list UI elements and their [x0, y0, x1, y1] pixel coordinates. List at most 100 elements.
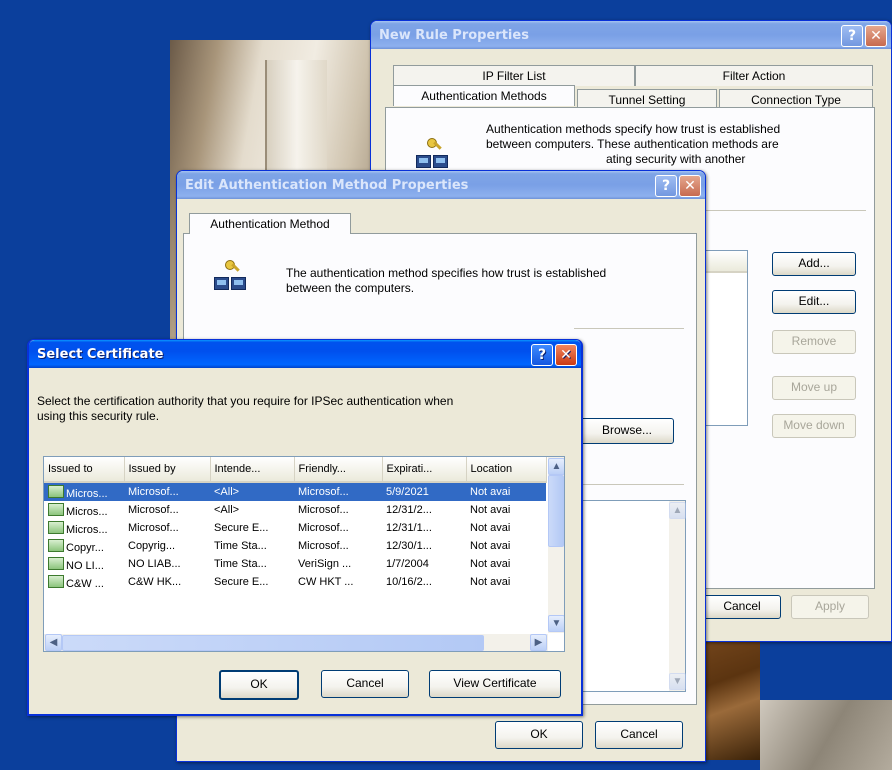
table-cell: Microsof... — [124, 482, 210, 501]
table-cell: <All> — [210, 482, 294, 501]
scroll-up-icon[interactable]: ▲ — [669, 502, 686, 519]
table-row[interactable]: Copyr... Copyrig... Time Sta... Microsof...… — [44, 537, 546, 555]
table-row[interactable]: C&W ... C&W HK... Secure E... CW HKT ... 10/… — [44, 573, 546, 591]
table-cell: Not avai — [470, 576, 511, 588]
column-header[interactable]: Location — [466, 457, 547, 483]
close-icon[interactable]: ✕ — [865, 25, 887, 47]
auth-method-description: The authentication method specifies how … — [286, 266, 607, 295]
vertical-scrollbar[interactable]: ▲ ▼ — [548, 457, 564, 633]
table-cell: Microsof... — [298, 504, 349, 516]
table-cell: Not avai — [466, 482, 546, 501]
separator — [574, 328, 684, 329]
certificate-table[interactable]: Issued to Issued by Intende... Friendly... E… — [44, 457, 547, 591]
new-rule-titlebar[interactable]: New Rule Properties ? ✕ — [371, 21, 891, 49]
table-cell: 1/7/2004 — [386, 558, 429, 570]
table-cell: <All> — [214, 504, 240, 516]
tab-ip-filter-list[interactable]: IP Filter List — [393, 65, 635, 86]
table-cell: Time Sta... — [214, 540, 267, 552]
separator — [706, 210, 866, 211]
edit-auth-title: Edit Authentication Method Properties — [185, 177, 469, 193]
table-cell: Secure E... — [214, 522, 269, 534]
table-cell: Microsof... — [294, 482, 382, 501]
table-cell: Copyr... — [44, 537, 124, 555]
help-icon[interactable]: ? — [655, 175, 677, 197]
scroll-down-icon[interactable]: ▼ — [669, 673, 686, 690]
table-cell: Microsof... — [128, 522, 179, 534]
column-header[interactable]: Issued to — [44, 457, 125, 483]
edit-auth-cancel-button[interactable]: Cancel — [595, 721, 683, 749]
scroll-down-icon[interactable]: ▼ — [548, 615, 564, 632]
table-cell: Not avai — [470, 504, 511, 516]
table-cell: 12/31/1... — [386, 522, 432, 534]
scroll-up-icon[interactable]: ▲ — [548, 458, 564, 475]
certificate-icon — [48, 556, 64, 570]
help-icon[interactable]: ? — [841, 25, 863, 47]
table-cell: 12/30/1... — [386, 540, 432, 552]
authentication-icon — [214, 260, 248, 290]
horizontal-scrollbar[interactable]: ◀ ▶ — [44, 634, 548, 651]
help-icon[interactable]: ? — [531, 344, 553, 366]
column-header[interactable]: Expirati... — [382, 457, 467, 483]
table-cell: Microsof... — [298, 540, 349, 552]
table-row[interactable]: Micros... Microsof... <All> Microsof... 12/3… — [44, 501, 546, 519]
view-certificate-button[interactable]: View Certificate — [429, 670, 561, 698]
column-header[interactable]: Intende... — [210, 457, 295, 483]
certificate-icon — [48, 538, 64, 552]
table-cell: Copyrig... — [128, 540, 176, 552]
table-row[interactable]: NO LI... NO LIAB... Time Sta... VeriSign ..… — [44, 555, 546, 573]
table-cell: 5/9/2021 — [382, 482, 466, 501]
edit-auth-ok-button[interactable]: OK — [495, 721, 583, 749]
select-cert-instruction: Select the certification authority that … — [37, 394, 454, 423]
table-cell: C&W ... — [44, 573, 124, 591]
tab-authentication-methods[interactable]: Authentication Methods — [393, 85, 575, 106]
table-cell: Not avai — [470, 522, 511, 534]
authentication-icon — [416, 138, 450, 168]
table-row[interactable]: Micros... Microsof... <All> Microsof... 5/9/… — [44, 482, 546, 501]
select-cert-cancel-button[interactable]: Cancel — [321, 670, 409, 698]
add-button[interactable]: Add... — [772, 252, 856, 276]
certificate-icon — [48, 574, 64, 588]
browse-button[interactable]: Browse... — [580, 418, 674, 444]
table-cell: VeriSign ... — [298, 558, 352, 570]
column-header[interactable]: Friendly... — [294, 457, 383, 483]
table-cell: Micros... — [44, 482, 124, 501]
table-cell: Not avai — [470, 540, 511, 552]
scroll-right-icon[interactable]: ▶ — [530, 634, 547, 651]
select-cert-ok-button[interactable]: OK — [219, 670, 299, 700]
tab-authentication-method[interactable]: Authentication Method — [189, 213, 351, 234]
auth-methods-description: Authentication methods specify how trust… — [486, 122, 781, 166]
table-cell: 10/16/2... — [386, 576, 432, 588]
separator — [574, 484, 684, 485]
move-up-button[interactable]: Move up — [772, 376, 856, 400]
table-row[interactable]: Micros... Microsof... Secure E... Microsof.… — [44, 519, 546, 537]
table-cell: C&W HK... — [128, 576, 182, 588]
certificate-list[interactable]: Issued to Issued by Intende... Friendly... E… — [43, 456, 565, 652]
select-cert-title: Select Certificate — [37, 346, 164, 362]
close-icon[interactable]: ✕ — [679, 175, 701, 197]
tab-filter-action[interactable]: Filter Action — [635, 65, 873, 86]
edit-button[interactable]: Edit... — [772, 290, 856, 314]
new-rule-cancel-button[interactable]: Cancel — [703, 595, 781, 619]
table-cell: CW HKT ... — [298, 576, 354, 588]
vertical-scroll-thumb[interactable] — [548, 475, 564, 547]
new-rule-title: New Rule Properties — [379, 27, 529, 43]
table-cell: Microsof... — [128, 504, 179, 516]
vertical-scrollbar[interactable]: ▲ ▼ — [669, 501, 686, 691]
move-down-button[interactable]: Move down — [772, 414, 856, 438]
certificate-icon — [48, 502, 64, 516]
select-cert-titlebar[interactable]: Select Certificate ? ✕ — [29, 340, 581, 368]
edit-auth-titlebar[interactable]: Edit Authentication Method Properties ? … — [177, 171, 705, 199]
remove-button[interactable]: Remove — [772, 330, 856, 354]
table-cell: NO LI... — [44, 555, 124, 573]
desktop-floor-tile — [760, 700, 892, 770]
column-header[interactable]: Issued by — [124, 457, 211, 483]
table-cell: Microsof... — [298, 522, 349, 534]
table-cell: NO LIAB... — [128, 558, 181, 570]
scroll-left-icon[interactable]: ◀ — [45, 634, 62, 651]
horizontal-scroll-thumb[interactable] — [62, 635, 484, 651]
table-cell: Not avai — [470, 558, 511, 570]
close-icon[interactable]: ✕ — [555, 344, 577, 366]
table-cell: Time Sta... — [214, 558, 267, 570]
apply-button[interactable]: Apply — [791, 595, 869, 619]
certificate-icon — [48, 484, 64, 498]
